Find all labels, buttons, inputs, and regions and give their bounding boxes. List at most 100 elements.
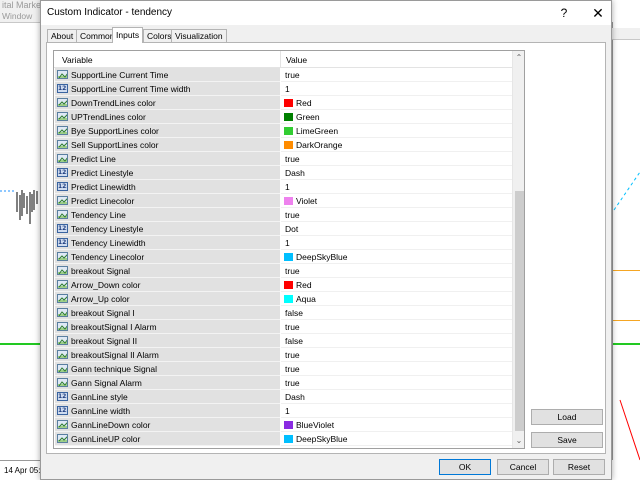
variable-cell[interactable]: Sell SupportLines color: [55, 138, 280, 152]
value-cell[interactable]: DeepSkyBlue: [281, 432, 512, 446]
value-cell[interactable]: true: [281, 208, 512, 222]
tab-about[interactable]: About: [47, 29, 78, 43]
variable-cell[interactable]: 123 Predict Linestyle: [55, 166, 280, 180]
tab-visualization[interactable]: Visualization: [171, 29, 227, 43]
table-row[interactable]: SupportLine Current Time true: [54, 68, 512, 82]
table-scrollbar[interactable]: ⌃ ⌄: [512, 51, 524, 448]
variable-cell[interactable]: breakout Signal II: [55, 334, 280, 348]
table-row[interactable]: breakoutSignal I Alarm true: [54, 320, 512, 334]
variable-cell[interactable]: Gann technique Signal: [55, 362, 280, 376]
table-row[interactable]: Sell SupportLines color DarkOrange: [54, 138, 512, 152]
table-row[interactable]: breakout Signal true: [54, 264, 512, 278]
value-cell[interactable]: DarkOrange: [281, 138, 512, 152]
value-cell[interactable]: Green: [281, 110, 512, 124]
variable-cell[interactable]: Predict Line: [55, 152, 280, 166]
value-cell[interactable]: 1: [281, 82, 512, 96]
variable-cell[interactable]: breakout Signal: [55, 264, 280, 278]
variable-cell[interactable]: Predict Linecolor: [55, 194, 280, 208]
value-cell[interactable]: true: [281, 376, 512, 390]
variable-cell[interactable]: GannLineUP color: [55, 432, 280, 446]
variable-cell[interactable]: 123 Tendency Linewidth: [55, 236, 280, 250]
variable-cell[interactable]: UPTrendLines color: [55, 110, 280, 124]
value-cell[interactable]: false: [281, 306, 512, 320]
variable-cell[interactable]: breakout Signal I: [55, 306, 280, 320]
value-cell[interactable]: 1: [281, 236, 512, 250]
value-cell[interactable]: Red: [281, 96, 512, 110]
table-row[interactable]: Tendency Linecolor DeepSkyBlue: [54, 250, 512, 264]
table-row[interactable]: Bye SupportLines color LimeGreen: [54, 124, 512, 138]
value-cell[interactable]: LimeGreen: [281, 124, 512, 138]
close-button[interactable]: ✕: [587, 4, 609, 22]
variable-cell[interactable]: Arrow_Down color: [55, 278, 280, 292]
table-row[interactable]: 123 Tendency Linewidth 1: [54, 236, 512, 250]
scrollbar-thumb[interactable]: [515, 191, 524, 431]
column-header-value[interactable]: Value: [286, 55, 307, 65]
variable-cell[interactable]: 123 Predict Linewidth: [55, 180, 280, 194]
table-row[interactable]: breakout Signal II false: [54, 334, 512, 348]
column-header-variable[interactable]: Variable: [62, 55, 93, 65]
variable-cell[interactable]: 123 Tendency Linestyle: [55, 222, 280, 236]
help-button[interactable]: ?: [553, 4, 575, 22]
value-cell[interactable]: 1: [281, 404, 512, 418]
table-row[interactable]: breakout Signal I false: [54, 306, 512, 320]
table-row[interactable]: Gann technique Signal true: [54, 362, 512, 376]
value-cell[interactable]: false: [281, 334, 512, 348]
table-row[interactable]: Arrow_Down color Red: [54, 278, 512, 292]
value-cell[interactable]: Violet: [281, 194, 512, 208]
value-cell[interactable]: Dot: [281, 222, 512, 236]
value-cell[interactable]: true: [281, 264, 512, 278]
value-cell[interactable]: Red: [281, 278, 512, 292]
scroll-up-arrow-icon[interactable]: ⌃: [513, 51, 524, 65]
table-row[interactable]: DownTrendLines color Red: [54, 96, 512, 110]
variable-cell[interactable]: 123 GannLine width: [55, 404, 280, 418]
value-cell[interactable]: true: [281, 152, 512, 166]
value-cell[interactable]: true: [281, 68, 512, 82]
value-cell[interactable]: Dash: [281, 390, 512, 404]
variable-cell[interactable]: SupportLine Current Time: [55, 68, 280, 82]
table-row[interactable]: 123 Tendency Linestyle Dot: [54, 222, 512, 236]
background-menu-window[interactable]: Window: [2, 11, 40, 22]
save-button[interactable]: Save: [531, 432, 603, 448]
value-cell[interactable]: true: [281, 362, 512, 376]
reset-button[interactable]: Reset: [553, 459, 605, 475]
table-row[interactable]: 123 SupportLine Current Time width 1: [54, 82, 512, 96]
variable-cell[interactable]: DownTrendLines color: [55, 96, 280, 110]
dialog-title-bar[interactable]: Custom Indicator - tendency ? ✕: [41, 1, 611, 25]
cancel-button[interactable]: Cancel: [497, 459, 549, 475]
value-cell[interactable]: Aqua: [281, 292, 512, 306]
variable-cell[interactable]: Arrow_Up color: [55, 292, 280, 306]
table-row[interactable]: GannLineUP color DeepSkyBlue: [54, 432, 512, 446]
value-cell[interactable]: Dash: [281, 166, 512, 180]
value-cell[interactable]: BlueViolet: [281, 418, 512, 432]
variable-cell[interactable]: Tendency Line: [55, 208, 280, 222]
variable-cell[interactable]: breakoutSignal I Alarm: [55, 320, 280, 334]
variable-cell[interactable]: breakoutSignal II Alarm: [55, 348, 280, 362]
table-row[interactable]: Predict Linecolor Violet: [54, 194, 512, 208]
variable-cell[interactable]: Tendency Linecolor: [55, 250, 280, 264]
tab-inputs[interactable]: Inputs: [112, 27, 144, 43]
table-row[interactable]: 123 GannLine style Dash: [54, 390, 512, 404]
variable-cell[interactable]: GannLineDown color: [55, 418, 280, 432]
scroll-down-arrow-icon[interactable]: ⌄: [513, 434, 524, 448]
table-row[interactable]: UPTrendLines color Green: [54, 110, 512, 124]
table-row[interactable]: 123 Predict Linestyle Dash: [54, 166, 512, 180]
table-row[interactable]: 123 Predict Linewidth 1: [54, 180, 512, 194]
variable-cell[interactable]: Bye SupportLines color: [55, 124, 280, 138]
value-cell[interactable]: DeepSkyBlue: [281, 250, 512, 264]
ok-button[interactable]: OK: [439, 459, 491, 475]
value-cell[interactable]: 1: [281, 180, 512, 194]
column-separator[interactable]: [280, 51, 281, 68]
table-row[interactable]: breakoutSignal II Alarm true: [54, 348, 512, 362]
table-row[interactable]: Gann Signal Alarm true: [54, 376, 512, 390]
value-cell[interactable]: true: [281, 320, 512, 334]
variable-cell[interactable]: 123 SupportLine Current Time width: [55, 82, 280, 96]
variable-cell[interactable]: 123 GannLine style: [55, 390, 280, 404]
table-row[interactable]: GannLineDown color BlueViolet: [54, 418, 512, 432]
table-row[interactable]: Arrow_Up color Aqua: [54, 292, 512, 306]
table-row[interactable]: Predict Line true: [54, 152, 512, 166]
table-row[interactable]: Tendency Line true: [54, 208, 512, 222]
load-button[interactable]: Load: [531, 409, 603, 425]
value-cell[interactable]: true: [281, 348, 512, 362]
variable-cell[interactable]: Gann Signal Alarm: [55, 376, 280, 390]
table-row[interactable]: 123 GannLine width 1: [54, 404, 512, 418]
